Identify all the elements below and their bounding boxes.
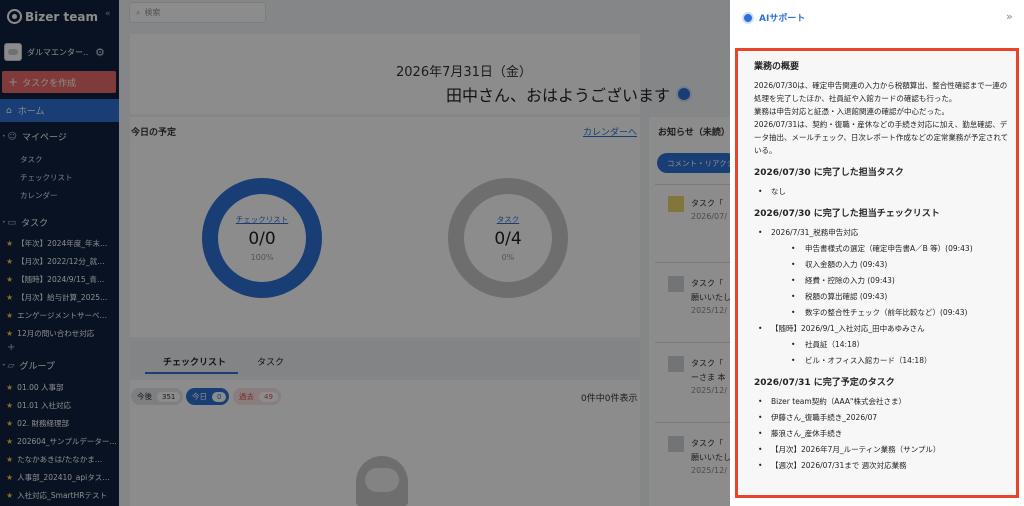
- close-panel-icon[interactable]: »: [1006, 10, 1013, 23]
- list-item: なし: [754, 185, 1016, 198]
- list-item: 申告書様式の選定（確定申告書A／B 等）(09:43): [771, 242, 1016, 255]
- checklist-item: 2026/7/31_税務申告対応 申告書様式の選定（確定申告書A／B 等）(09…: [754, 226, 1016, 319]
- list-item: 税額の算出確認 (09:43): [771, 290, 1016, 303]
- done-checklists-heading: 2026/07/30 に完了した担当チェックリスト: [754, 209, 940, 219]
- planned-tasks-heading: 2026/07/31 に完了予定のタスク: [754, 378, 895, 388]
- ai-panel-title: AIサポート: [759, 14, 806, 24]
- summary-paragraph: 2026/07/31は、契約・復職・産休などの手続き対応に加え、勤怠確認、データ…: [754, 120, 1009, 155]
- list-item: 収入金額の入力 (09:43): [771, 258, 1016, 271]
- list-item: 経費・控除の入力 (09:43): [771, 274, 1016, 287]
- list-item: 【週次】2026/07/31まで 週次対応業務: [754, 459, 1016, 472]
- planned-tasks-list: Bizer team契約（AAA"株式会社さま） 伊藤さん_復職手続き_2026…: [754, 395, 1016, 472]
- checklist-subitems: 社員証（14:18） ビル・オフィス入館カード（14:18）: [771, 338, 1016, 367]
- checklist-subitems: 申告書様式の選定（確定申告書A／B 等）(09:43) 収入金額の入力 (09:…: [771, 242, 1016, 319]
- ai-icon: [742, 11, 754, 24]
- summary-paragraph: 業務は申告対応と証憑・入退館関連の確認が中心だった。: [754, 107, 949, 116]
- list-item: 社員証（14:18）: [771, 338, 1016, 351]
- modal-overlay[interactable]: [0, 0, 730, 506]
- list-item: 数字の整合性チェック（前年比較など）(09:43): [771, 306, 1016, 319]
- list-item: 伊藤さん_復職手続き_2026/07: [754, 411, 1016, 424]
- list-item: 藤浪さん_産休手続き: [754, 427, 1016, 440]
- checklist-title: 【随時】2026/9/1_入社対応_田中あゆみさん: [771, 324, 925, 333]
- list-item: ビル・オフィス入館カード（14:18）: [771, 354, 1016, 367]
- summary-paragraph: 2026/07/30は、確定申告関連の入力から税額算出、整合性確認まで一連の処理…: [754, 81, 1008, 103]
- summary-heading: 業務の概要: [754, 62, 800, 72]
- done-tasks-heading: 2026/07/30 に完了した担当タスク: [754, 168, 904, 178]
- ai-summary-box: 業務の概要 2026/07/30は、確定申告関連の入力から税額算出、整合性確認ま…: [735, 48, 1019, 498]
- checklist-title: 2026/7/31_税務申告対応: [771, 228, 859, 237]
- done-checklists-list: 2026/7/31_税務申告対応 申告書様式の選定（確定申告書A／B 等）(09…: [754, 226, 1016, 367]
- done-tasks-list: なし: [754, 185, 1016, 198]
- checklist-item: 【随時】2026/9/1_入社対応_田中あゆみさん 社員証（14:18） ビル・…: [754, 322, 1016, 367]
- list-item: Bizer team契約（AAA"株式会社さま）: [754, 395, 1016, 408]
- ai-panel-header: AIサポート: [742, 11, 805, 24]
- list-item: 【月次】2026年7月_ルーティン業務（サンプル）: [754, 443, 1016, 456]
